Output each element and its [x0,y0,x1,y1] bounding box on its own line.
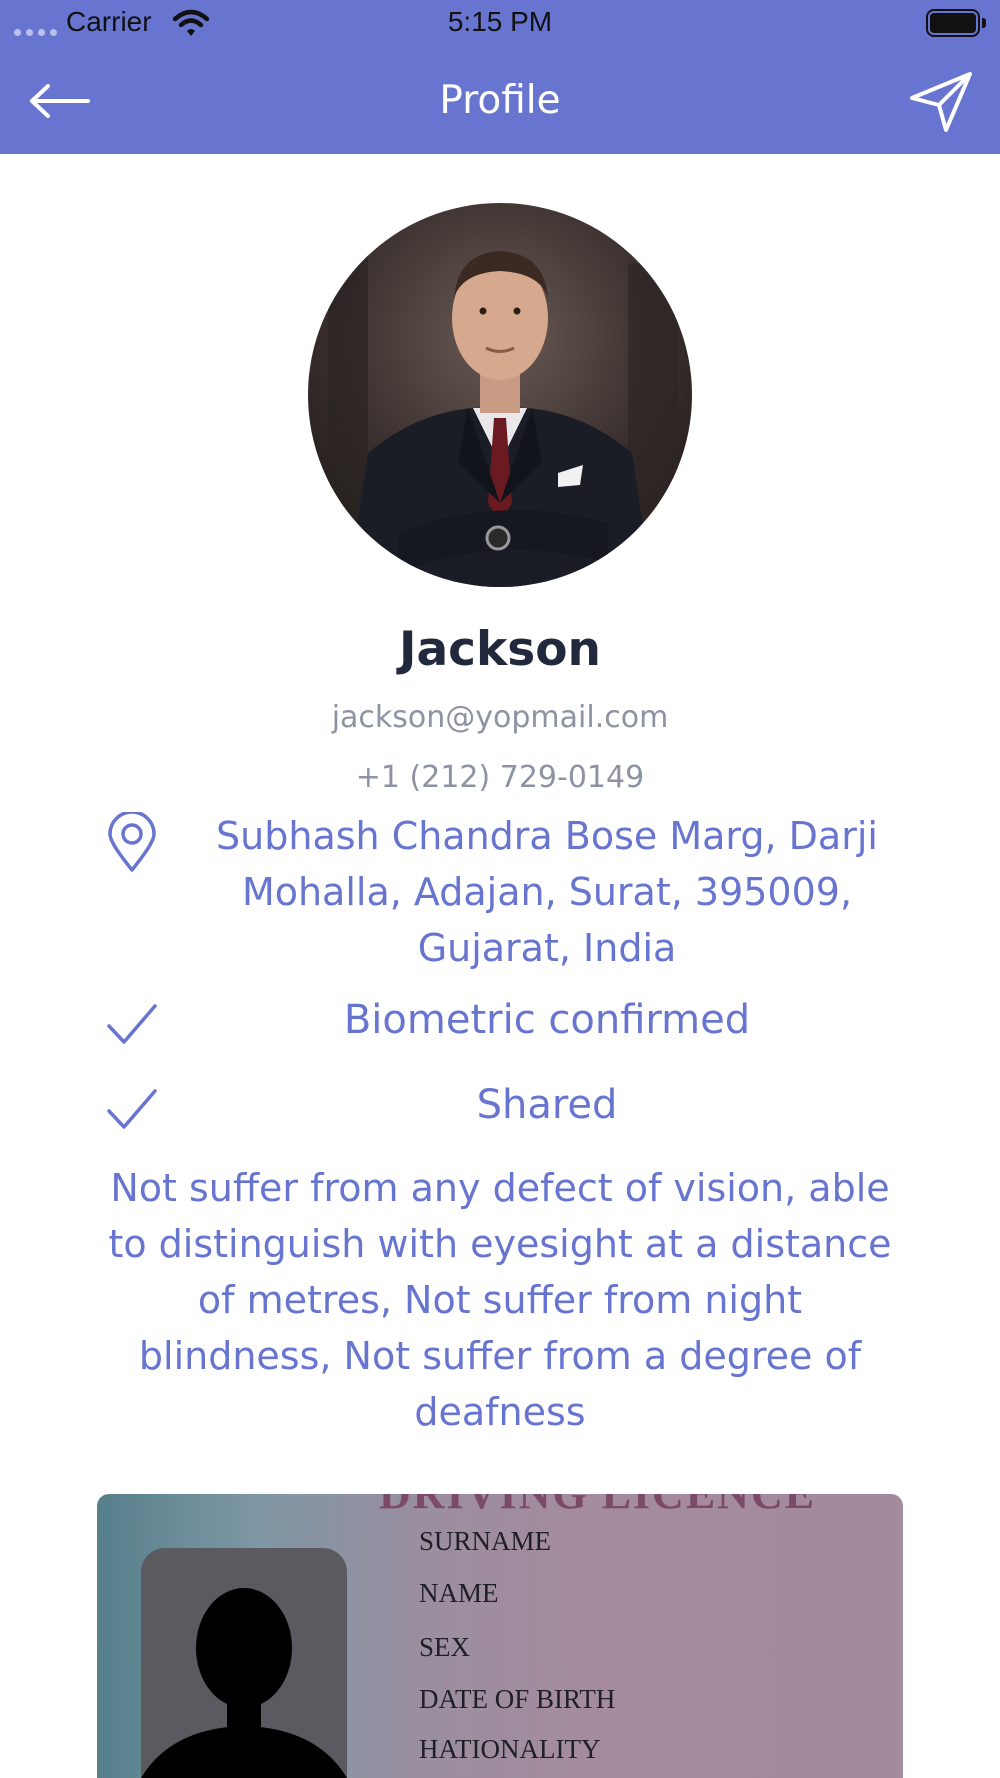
send-button[interactable] [908,70,974,134]
app-header: Carrier 5:15 PM Profile [0,0,1000,154]
send-paper-plane-icon [910,72,972,132]
address-line: Mohalla, Adajan, Surat, 395009, [241,870,853,914]
driving-licence-image[interactable]: DRIVING LICENCE SURNAME NAME SEX DATE OF… [97,1494,903,1778]
battery-icon [926,9,986,37]
profile-address: Subhash Chandra Bose Marg, Darji Mohalla… [190,808,904,976]
notes-line: of metres, Not suffer from night [197,1278,803,1322]
profile-avatar [308,203,692,587]
checkmark-icon [107,1089,157,1129]
checkmark-icon [107,1004,157,1044]
person-silhouette-icon [141,1588,347,1778]
notes-line: deafness [414,1390,586,1434]
status-time: 5:15 PM [447,6,553,37]
page-title: Profile [439,78,561,123]
shared-status: Shared [476,1082,618,1128]
profile-phone: +1 (212) 729-0149 [355,760,645,795]
status-bar: Carrier 5:15 PM [0,0,1000,48]
notes-line: Not suffer from any defect of vision, ab… [110,1166,890,1210]
address-line: Subhash Chandra Bose Marg, Darji [216,814,878,858]
notes-line: to distinguish with eyesight at a distan… [108,1222,892,1266]
profile-name: Jackson [398,622,602,677]
notes-line: blindness, Not suffer from a degree of [138,1334,862,1378]
licence-field-label: HATIONALITY [419,1734,601,1764]
licence-photo-placeholder [141,1548,347,1778]
location-pin-icon [108,812,156,872]
licence-field-label: DATE OF BIRTH [419,1684,616,1714]
medical-notes: Not suffer from any defect of vision, ab… [86,1160,914,1440]
licence-field-label: SURNAME [419,1526,552,1556]
licence-field-label: NAME [419,1578,499,1608]
address-line: Gujarat, India [417,926,677,970]
biometric-status: Biometric confirmed [343,997,751,1043]
licence-field-label: SEX [419,1632,471,1662]
licence-heading: DRIVING LICENCE [379,1494,816,1519]
profile-email: jackson@yopmail.com [331,700,669,735]
